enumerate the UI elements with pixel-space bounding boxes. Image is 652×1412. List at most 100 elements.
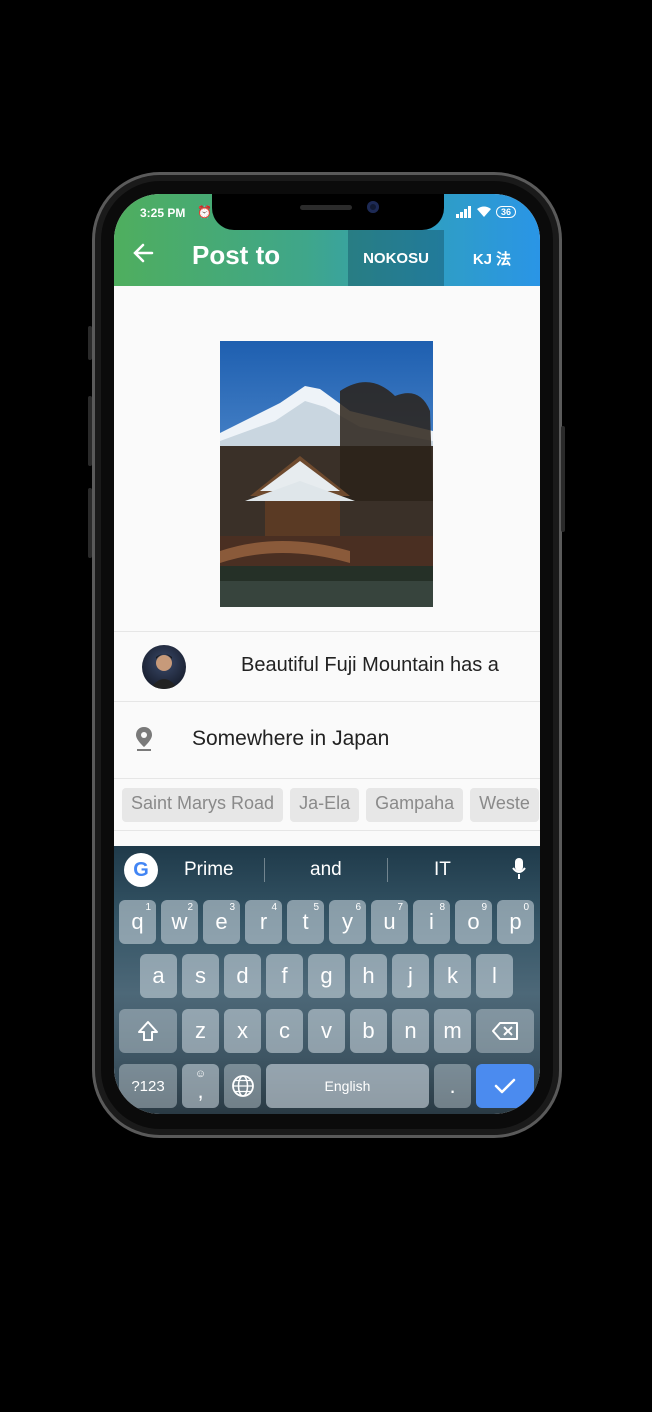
key-q[interactable]: q1 xyxy=(119,900,156,944)
key-number: 1 xyxy=(145,902,151,913)
phone-button xyxy=(561,426,565,532)
key-number: 5 xyxy=(313,902,319,913)
shift-key[interactable] xyxy=(119,1009,177,1053)
speaker xyxy=(300,205,352,210)
location-chip[interactable]: Gampaha xyxy=(366,788,464,822)
key-number: 7 xyxy=(397,902,403,913)
nokosu-button[interactable]: NOKOSU xyxy=(348,230,444,286)
key-number: 2 xyxy=(187,902,193,913)
status-icons: 36 xyxy=(455,206,516,218)
key-y[interactable]: y6 xyxy=(329,900,366,944)
phone-button xyxy=(88,488,92,558)
key-label: q xyxy=(131,909,144,934)
key-label: o xyxy=(467,909,480,934)
divider xyxy=(114,631,540,632)
phone-button xyxy=(88,396,92,466)
microphone-icon[interactable] xyxy=(512,858,526,885)
location-chip[interactable]: Ja-Ela xyxy=(290,788,360,822)
key-p[interactable]: p0 xyxy=(497,900,534,944)
key-s[interactable]: s xyxy=(182,954,219,998)
period-key[interactable]: . xyxy=(434,1064,471,1108)
page-title: Post to xyxy=(192,240,281,270)
back-arrow-icon[interactable] xyxy=(132,242,154,269)
checkmark-icon xyxy=(494,1078,516,1094)
divider xyxy=(114,778,540,779)
key-t[interactable]: t5 xyxy=(287,900,324,944)
key-number: 8 xyxy=(439,902,445,913)
avatar xyxy=(142,645,186,689)
key-u[interactable]: u7 xyxy=(371,900,408,944)
key-label: r xyxy=(259,909,268,934)
key-c[interactable]: c xyxy=(266,1009,303,1053)
emoji-icon: ☺ xyxy=(194,1068,207,1080)
key-f[interactable]: f xyxy=(266,954,303,998)
location-pin-icon xyxy=(136,727,152,756)
key-number: 9 xyxy=(481,902,487,913)
suggestion[interactable]: IT xyxy=(434,859,451,881)
key-label: , xyxy=(197,1078,204,1103)
globe-icon xyxy=(231,1075,254,1097)
key-j[interactable]: j xyxy=(392,954,429,998)
comma-key[interactable]: ☺ , xyxy=(182,1064,219,1108)
key-m[interactable]: m xyxy=(434,1009,471,1053)
key-label: w xyxy=(171,909,188,934)
language-key[interactable] xyxy=(224,1064,261,1108)
camera xyxy=(367,201,379,213)
key-g[interactable]: g xyxy=(308,954,345,998)
key-label: i xyxy=(429,909,434,934)
key-z[interactable]: z xyxy=(182,1009,219,1053)
key-r[interactable]: r4 xyxy=(245,900,282,944)
kj-button[interactable]: KJ 法 xyxy=(444,230,540,286)
key-a[interactable]: a xyxy=(140,954,177,998)
key-w[interactable]: w2 xyxy=(161,900,198,944)
notch xyxy=(212,194,444,230)
key-number: 0 xyxy=(523,902,529,913)
divider xyxy=(114,830,540,831)
key-d[interactable]: d xyxy=(224,954,261,998)
location-suggestions: Saint Marys Road Ja-Ela Gampaha Weste xyxy=(122,788,540,822)
symbols-key[interactable]: ?123 xyxy=(119,1064,177,1108)
wifi-icon xyxy=(476,206,491,217)
caption-input[interactable]: Beautiful Fuji Mountain has a xyxy=(241,654,513,677)
signal-icon xyxy=(455,206,471,218)
shift-icon xyxy=(138,1021,158,1041)
divider xyxy=(387,858,388,882)
key-label: p xyxy=(509,909,522,934)
divider xyxy=(264,858,265,882)
key-i[interactable]: i8 xyxy=(413,900,450,944)
key-n[interactable]: n xyxy=(392,1009,429,1053)
suggestion[interactable]: Prime xyxy=(184,859,234,881)
key-number: 4 xyxy=(271,902,277,913)
key-label: u xyxy=(383,909,396,934)
key-label: e xyxy=(215,909,228,934)
suggestion[interactable]: and xyxy=(310,859,342,881)
key-x[interactable]: x xyxy=(224,1009,261,1053)
divider xyxy=(114,701,540,702)
key-v[interactable]: v xyxy=(308,1009,345,1053)
key-e[interactable]: e3 xyxy=(203,900,240,944)
status-time: 3:25 PM xyxy=(140,206,186,220)
key-label: y xyxy=(342,909,353,934)
backspace-icon xyxy=(492,1022,518,1040)
key-k[interactable]: k xyxy=(434,954,471,998)
keyboard: G Prime and IT q1 w2 e3 r4 t5 y6 u7 i8 o… xyxy=(114,846,540,1114)
google-logo[interactable]: G xyxy=(124,853,158,887)
space-bar[interactable]: English xyxy=(266,1064,429,1108)
phone-button xyxy=(88,326,92,360)
location-chip[interactable]: Weste xyxy=(470,788,539,822)
backspace-key[interactable] xyxy=(476,1009,534,1053)
key-o[interactable]: o9 xyxy=(455,900,492,944)
suggestion-bar: G Prime and IT xyxy=(114,846,540,894)
alarm-icon: ⏰ xyxy=(197,205,212,219)
location-chip[interactable]: Saint Marys Road xyxy=(122,788,284,822)
key-l[interactable]: l xyxy=(476,954,513,998)
battery-level: 36 xyxy=(495,206,516,218)
enter-key[interactable] xyxy=(476,1064,534,1108)
key-number: 6 xyxy=(355,902,361,913)
location-value[interactable]: Somewhere in Japan xyxy=(192,727,389,751)
phone-screen: 3:25 PM ⏰ 36 Post to NOKOSU KJ 法 Beautif… xyxy=(114,194,540,1114)
key-label: t xyxy=(302,909,309,934)
key-h[interactable]: h xyxy=(350,954,387,998)
post-photo[interactable] xyxy=(220,341,433,607)
key-b[interactable]: b xyxy=(350,1009,387,1053)
